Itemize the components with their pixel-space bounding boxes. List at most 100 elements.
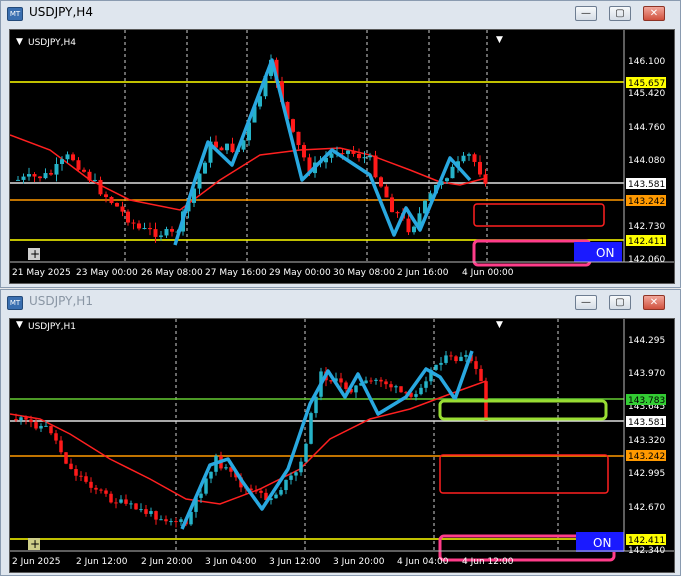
candle-body — [139, 509, 143, 511]
candle-body — [94, 487, 98, 490]
chart-window-h4[interactable]: MT USDJPY,H4 — ▢ ✕ ON + ▼ USDJPY,H4 ▼ 14… — [0, 0, 681, 288]
candle-body — [114, 502, 118, 504]
candle-body — [362, 157, 367, 159]
plus-button[interactable]: + — [30, 537, 40, 551]
price-label: 142.340 — [628, 546, 665, 556]
minimize-button[interactable]: — — [575, 295, 597, 310]
time-label: 2 Jun 16:00 — [397, 268, 449, 278]
time-label: 21 May 2025 — [12, 268, 71, 278]
time-label: 3 Jun 04:00 — [205, 557, 257, 567]
candle-body — [179, 519, 183, 522]
candle-body — [24, 417, 28, 420]
candle-body — [104, 194, 108, 198]
price-label: 146.100 — [628, 57, 665, 67]
candle-body — [309, 413, 313, 444]
candle-body — [32, 174, 37, 177]
price-tag-text: 143.242 — [628, 197, 665, 207]
plus-button[interactable]: + — [30, 247, 40, 261]
candle-body — [115, 203, 119, 207]
symbol-label: USDJPY,H1 — [28, 322, 76, 332]
price-label: 144.080 — [628, 156, 665, 166]
candle-body — [60, 159, 64, 165]
zigzag-line — [173, 58, 472, 246]
candle-body — [225, 143, 229, 151]
candle-body — [16, 179, 20, 181]
close-button[interactable]: ✕ — [643, 295, 665, 310]
chart-canvas[interactable]: ON + ▼ USDJPY,H4 ▼ 146.100 145.420 144.7… — [9, 30, 674, 283]
restore-button[interactable]: ▢ — [609, 6, 631, 21]
candle-body — [142, 228, 147, 230]
candle-body — [84, 476, 88, 482]
candle-body — [254, 490, 258, 492]
price-label: 142.060 — [628, 255, 665, 265]
candle-body — [449, 355, 453, 357]
candle-body — [89, 481, 93, 488]
candle-body — [19, 417, 23, 421]
candle-body — [474, 361, 478, 369]
candle-body — [49, 425, 53, 434]
time-label: 23 May 00:00 — [76, 268, 138, 278]
candle-body — [351, 150, 356, 154]
window-title: USDJPY,H4 — [29, 5, 93, 19]
candle-body — [148, 228, 152, 230]
chart-window-h1[interactable]: MT USDJPY,H1 — ▢ ✕ ON + ▼ USDJPY,H1 ▼ 14… — [0, 289, 681, 576]
candle-body — [43, 173, 48, 179]
candle-body — [373, 155, 378, 178]
candle-body — [38, 176, 42, 179]
target-box — [473, 203, 605, 227]
candle-body — [406, 218, 411, 233]
candle-body — [395, 212, 400, 214]
candle-body — [369, 380, 373, 382]
title-bar[interactable]: MT USDJPY,H1 — ▢ ✕ — [1, 290, 680, 314]
candle-body — [296, 131, 301, 146]
symbol-label: USDJPY,H4 — [28, 38, 76, 48]
candle-body — [219, 147, 224, 151]
candle-body — [302, 145, 306, 158]
minimize-button[interactable]: — — [575, 6, 597, 21]
candle-body — [274, 494, 278, 499]
candle-body — [379, 177, 383, 187]
candle-body — [394, 386, 398, 388]
candle-body — [14, 419, 18, 421]
time-label: 4 Jun 04:00 — [397, 557, 449, 567]
shift-marker-icon: ▼ — [496, 35, 503, 45]
restore-button[interactable]: ▢ — [609, 295, 631, 310]
time-label: 3 Jun 20:00 — [333, 557, 385, 567]
candle-body — [379, 379, 383, 382]
candle-body — [291, 119, 295, 132]
candle-body — [354, 385, 358, 393]
candle-body — [104, 490, 108, 494]
time-label: 2 Jun 12:00 — [76, 557, 128, 567]
moving-average-line — [9, 134, 487, 211]
candle-body — [483, 174, 488, 184]
triangle-icon: ▼ — [16, 320, 23, 330]
candle-body — [374, 379, 378, 381]
candle-body — [59, 440, 63, 453]
candle-body — [34, 422, 38, 429]
candle-body — [389, 384, 393, 388]
candle-body — [464, 355, 468, 357]
time-label: 4 Jun 00:00 — [462, 268, 514, 278]
target-box — [439, 454, 609, 494]
on-button[interactable]: ON — [593, 536, 611, 550]
price-chart[interactable]: ON + ▼ USDJPY,H1 ▼ 144.295 143.970 143.6… — [9, 318, 675, 573]
time-label: 29 May 00:00 — [269, 268, 331, 278]
price-chart[interactable]: ON + ▼ USDJPY,H4 ▼ 146.100 145.420 144.7… — [9, 29, 675, 284]
candle-body — [424, 381, 428, 388]
price-label: 145.420 — [628, 89, 665, 99]
candle-body — [126, 211, 130, 223]
candle-body — [65, 154, 70, 160]
candle-body — [224, 467, 228, 469]
price-tag-text: 143.783 — [628, 396, 665, 406]
price-label: 144.760 — [628, 123, 665, 133]
close-button[interactable]: ✕ — [643, 6, 665, 21]
candle-body — [159, 519, 163, 521]
candle-body — [203, 162, 207, 174]
candle-body — [384, 381, 388, 385]
title-bar[interactable]: MT USDJPY,H4 — ▢ ✕ — [1, 1, 680, 25]
on-button[interactable]: ON — [596, 246, 614, 260]
candle-body — [399, 386, 403, 393]
candle-body — [169, 521, 173, 523]
chart-canvas[interactable]: ON + ▼ USDJPY,H1 ▼ 144.295 143.970 143.6… — [9, 319, 674, 572]
candle-body — [87, 171, 92, 181]
